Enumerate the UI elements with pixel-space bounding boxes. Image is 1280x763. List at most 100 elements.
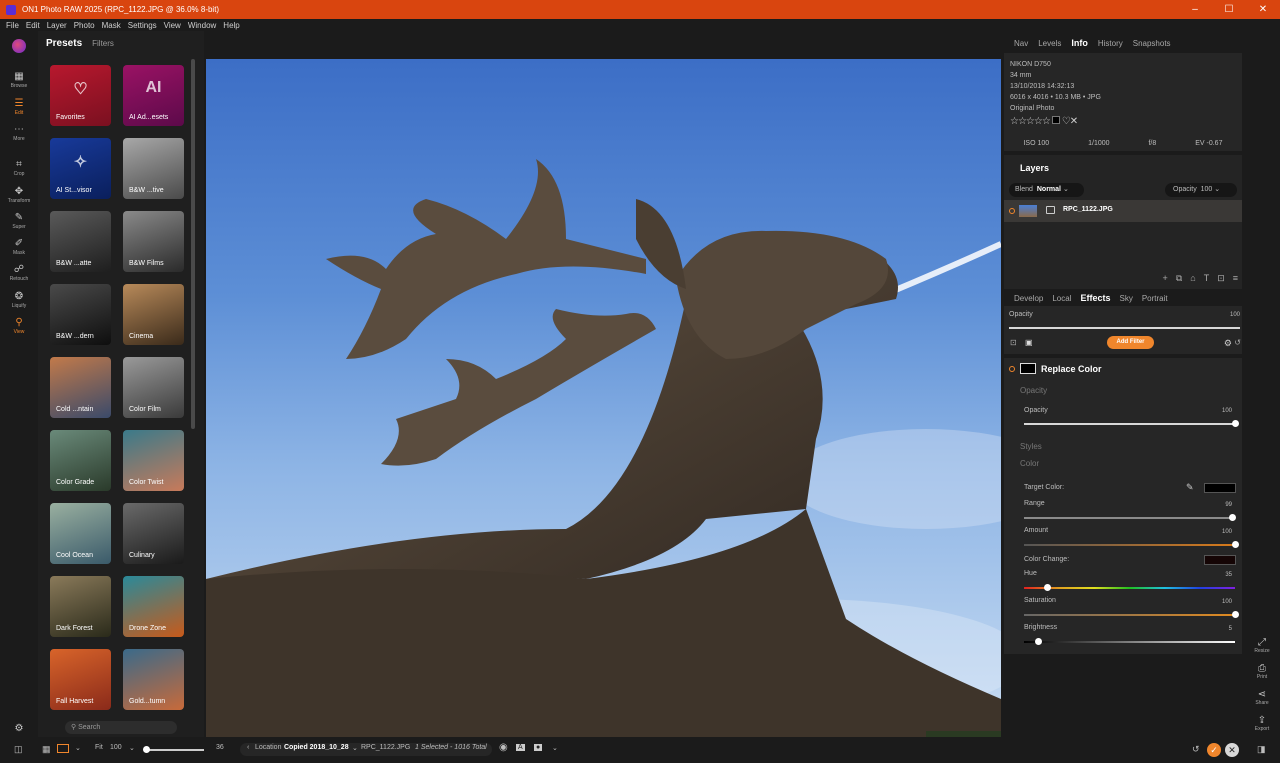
tab-develop[interactable]: Develop (1014, 294, 1043, 303)
preset-tile[interactable]: AI AI Ad...esets (123, 65, 184, 126)
tab-effects[interactable]: Effects (1080, 293, 1110, 303)
chevron-down-icon[interactable]: ⌄ (129, 744, 135, 752)
saturation-slider[interactable] (1024, 614, 1235, 616)
blend-mode-select[interactable]: Blend Normal ⌄ (1009, 183, 1084, 197)
menu-photo[interactable]: Photo (74, 21, 95, 30)
minimize-button[interactable]: – (1178, 0, 1212, 19)
preset-tile[interactable]: Cool Ocean (50, 503, 111, 564)
compare-a-icon[interactable]: A (516, 744, 525, 751)
saturation-slider-knob[interactable] (1231, 611, 1239, 618)
liquify-tool[interactable]: ❂ Liquify (0, 291, 38, 309)
menu-view[interactable]: View (164, 21, 181, 30)
section-styles[interactable]: Styles (1020, 442, 1042, 451)
menu-help[interactable]: Help (223, 21, 239, 30)
more-tool[interactable]: ⋯ More (0, 124, 38, 142)
mask-view-icon[interactable]: ● (534, 744, 543, 751)
mask-icon[interactable]: ⊡ (1010, 338, 1017, 347)
location-value[interactable]: Copied 2018_10_28 (284, 744, 349, 751)
transform-tool[interactable]: ✥ Transform (0, 186, 38, 204)
brightness-slider-knob[interactable] (1035, 638, 1043, 645)
target-color-swatch[interactable] (1204, 483, 1236, 493)
hue-slider[interactable] (1024, 587, 1235, 589)
chevron-down-icon[interactable]: ⌄ (552, 744, 558, 752)
settings-gear[interactable]: ⚙ (0, 723, 38, 735)
zoom-slider-knob[interactable] (143, 746, 150, 753)
color-change-swatch[interactable] (1204, 555, 1236, 565)
tab-local[interactable]: Local (1052, 294, 1071, 303)
zoom-value[interactable]: 100 (110, 744, 122, 751)
cancel-button[interactable]: ✕ (1225, 743, 1239, 757)
edit-tool[interactable]: ☰ Edit (0, 98, 38, 116)
reject-icon[interactable]: ✕ (1070, 116, 1078, 127)
text-layer-icon[interactable]: T (1204, 273, 1210, 284)
fill-layer-icon[interactable]: ⌂ (1190, 273, 1195, 284)
tab-portrait[interactable]: Portrait (1142, 294, 1168, 303)
preset-tile[interactable]: B&W ...dern (50, 284, 111, 345)
preset-tile[interactable]: Drone Zone (123, 576, 184, 637)
preset-tile[interactable]: ♡ Favorites (50, 65, 111, 126)
mask-icon[interactable] (1046, 206, 1055, 214)
undo-icon[interactable]: ↺ (1192, 744, 1200, 755)
preset-tile[interactable]: Color Grade (50, 430, 111, 491)
amount-slider-knob[interactable] (1231, 541, 1239, 548)
chevron-left-icon[interactable]: ‹ (247, 744, 249, 751)
star-rating[interactable]: ☆☆☆☆☆ ♡✕ (1010, 116, 1078, 127)
preset-tile[interactable]: ✧ AI St...visor (50, 138, 111, 199)
tab-info[interactable]: Info (1071, 38, 1088, 48)
tab-levels[interactable]: Levels (1038, 39, 1061, 48)
super-tool[interactable]: ✎ Super (0, 212, 38, 230)
layer-menu-icon[interactable]: ≡ (1233, 273, 1238, 284)
tab-nav[interactable]: Nav (1014, 39, 1028, 48)
resize-tool[interactable]: ⤢ Resize (1244, 637, 1280, 654)
layer-row[interactable]: RPC_1122.JPG (1004, 200, 1242, 222)
opacity-slider[interactable] (1024, 423, 1235, 425)
section-color[interactable]: Color (1020, 459, 1039, 468)
merge-layer-icon[interactable]: ⊡ (1217, 273, 1225, 284)
share-tool[interactable]: ⋖ Share (1244, 689, 1280, 706)
opacity-slider-knob[interactable] (1231, 420, 1239, 427)
preset-tile[interactable]: Color Film (123, 357, 184, 418)
preset-tile[interactable]: Culinary (123, 503, 184, 564)
zoom-slider[interactable] (144, 749, 204, 751)
range-slider-knob[interactable] (1229, 514, 1237, 521)
eye-icon[interactable]: ◉ (499, 742, 508, 753)
preset-tile[interactable]: Cinema (123, 284, 184, 345)
panel-toggle-icon[interactable]: ◫ (14, 744, 23, 755)
duplicate-layer-icon[interactable]: ⧉ (1176, 273, 1182, 284)
preset-tile[interactable]: B&W ...tive (123, 138, 184, 199)
preset-tile[interactable]: Color Twist (123, 430, 184, 491)
close-window-button[interactable]: ✕ (1246, 0, 1280, 19)
hue-slider-knob[interactable] (1043, 584, 1051, 591)
menu-window[interactable]: Window (188, 21, 216, 30)
gear-icon[interactable]: ⚙ (1224, 338, 1232, 349)
crop-tool[interactable]: ⌗ Crop (0, 159, 38, 177)
confirm-button[interactable]: ✓ (1207, 743, 1221, 757)
menu-edit[interactable]: Edit (26, 21, 40, 30)
range-slider[interactable] (1024, 517, 1235, 519)
reset-icon[interactable]: ↺ (1234, 338, 1241, 347)
layer-opacity-select[interactable]: Opacity 100 ⌄ (1165, 183, 1237, 197)
eyedropper-icon[interactable]: ✎ (1186, 482, 1194, 493)
brightness-slider[interactable] (1024, 641, 1235, 643)
preset-tile[interactable]: B&W ...atte (50, 211, 111, 272)
chevron-down-icon[interactable]: ⌄ (352, 744, 358, 752)
color-label[interactable] (1051, 116, 1060, 124)
menu-layer[interactable]: Layer (47, 21, 67, 30)
mask-tool[interactable]: ✐ Mask (0, 238, 38, 256)
heart-icon[interactable]: ♡ (1062, 116, 1071, 127)
effects-opacity-slider[interactable] (1009, 327, 1240, 329)
filmstrip-view-icon[interactable] (57, 744, 69, 753)
export-tool[interactable]: ⇪ Export (1244, 715, 1280, 732)
tab-sky[interactable]: Sky (1120, 294, 1133, 303)
menu-mask[interactable]: Mask (102, 21, 121, 30)
browse-tool[interactable]: ▦ Browse (0, 71, 38, 89)
preset-tile[interactable]: Cold ...ntain (50, 357, 111, 418)
preset-tile[interactable]: B&W Films (123, 211, 184, 272)
amount-slider[interactable] (1024, 544, 1235, 546)
add-filter-button[interactable]: Add Filter (1107, 336, 1154, 349)
tab-snapshots[interactable]: Snapshots (1133, 39, 1171, 48)
panel-right-toggle-icon[interactable]: ◨ (1257, 744, 1266, 755)
tab-presets[interactable]: Presets (46, 38, 82, 49)
retouch-tool[interactable]: ☍ Retouch (0, 264, 38, 282)
menu-settings[interactable]: Settings (128, 21, 157, 30)
